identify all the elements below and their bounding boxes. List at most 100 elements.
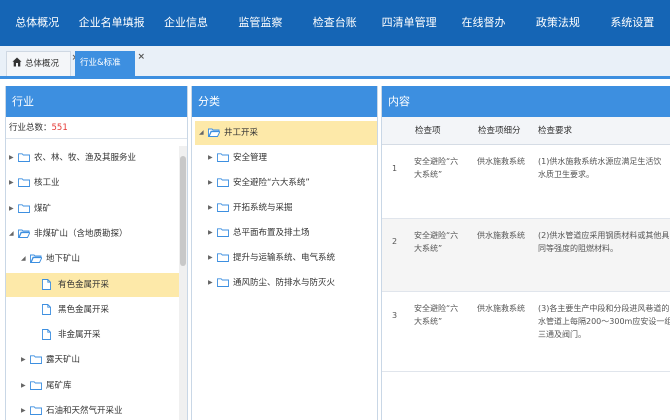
check-item: 安全避险“六 大系统” xyxy=(414,155,458,181)
file-icon xyxy=(42,278,51,290)
tab-industry-standard[interactable]: 行业&标准 × xyxy=(75,51,145,76)
tree-item[interactable]: ▶ 安全避险“六大系统” xyxy=(192,171,377,195)
tree-item-label: 井工开采 xyxy=(224,128,259,138)
table-row[interactable]: 1 安全避险“六 大系统” 供水施救系统 (1)供水施救系统水源应满足生活饮 水质卫生要求… xyxy=(382,145,670,219)
tab-industry-standard-label: 行业&标准 xyxy=(80,58,121,68)
check-item-line: 安全避险“六 xyxy=(414,304,459,313)
tree-item[interactable]: ◢ 地下矿山 xyxy=(6,247,181,271)
tree-item-label: 地下矿山 xyxy=(46,254,81,265)
tree-item-label: 石油和天然气开采业 xyxy=(46,406,123,416)
file-icon xyxy=(42,303,51,315)
nav-item-inspection-ledger[interactable]: 检查台账 xyxy=(298,0,372,46)
tree-item[interactable]: ▶ 露天矿山 xyxy=(6,348,181,372)
scrollbar-thumb[interactable] xyxy=(180,156,186,266)
folder-icon xyxy=(217,228,229,237)
folder-open-icon xyxy=(18,229,30,238)
tree-item-label: 农、林、牧、渔及其服务业 xyxy=(34,153,137,163)
folder-open-icon xyxy=(208,128,220,137)
check-requirement: (2)供水管道应采用钢质材料或其他具 同等强度的阻燃材料。 xyxy=(538,229,670,255)
caret-right-icon[interactable]: ▶ xyxy=(208,246,213,270)
caret-right-icon[interactable]: ▶ xyxy=(21,374,26,398)
check-subitem: 供水施救系统 xyxy=(477,157,525,166)
tree-item[interactable]: ◢ 非煤矿山（含地质勘探） xyxy=(6,222,181,246)
folder-icon xyxy=(217,153,229,162)
caret-right-icon[interactable]: ▶ xyxy=(9,197,14,221)
column-header-requirement[interactable]: 检查要求 xyxy=(538,117,572,145)
nav-item-enterprise-list[interactable]: 企业名单填报 xyxy=(74,0,148,46)
caret-right-icon[interactable]: ▶ xyxy=(208,196,213,220)
column-header-item[interactable]: 检查项 xyxy=(415,117,441,145)
tree-item[interactable]: ▶ 煤矿 xyxy=(6,197,181,221)
row-number: 2 xyxy=(392,237,398,246)
caret-right-icon[interactable]: ▶ xyxy=(208,221,213,245)
tree-item[interactable]: 非金属开采 xyxy=(6,323,181,347)
nav-item-online-supervise[interactable]: 在线督办 xyxy=(446,0,520,46)
tree-item[interactable]: ▶ 提升与运输系统、电气系统 xyxy=(192,246,377,270)
folder-icon xyxy=(217,278,229,287)
tree-item[interactable]: ▶ 安全管理 xyxy=(192,146,377,170)
check-item-line: 大系统” xyxy=(414,244,443,253)
content-panel: 内容 检查项 检查项细分 检查要求 1 安全避险“六 大系统” 供水施救系统 (1)供水… xyxy=(381,86,670,420)
tree-item[interactable]: 黑色金属开采 xyxy=(6,298,181,322)
column-header-subitem[interactable]: 检查项细分 xyxy=(478,117,521,145)
tree-item-label: 核工业 xyxy=(34,178,60,189)
check-item-line: 安全避险“六 xyxy=(414,157,459,166)
caret-right-icon[interactable]: ▶ xyxy=(9,146,14,170)
requirement-line: (2)供水管道应采用钢质材料或其他具 xyxy=(538,231,670,240)
industry-count-label: 行业总数： xyxy=(9,123,52,133)
folder-icon xyxy=(18,203,30,213)
caret-right-icon[interactable]: ▶ xyxy=(9,171,14,195)
tab-overview[interactable]: 总体概况 × xyxy=(6,51,79,76)
tree-item[interactable]: ▶ 核工业 xyxy=(6,171,181,195)
check-item-line: 大系统” xyxy=(414,170,443,179)
check-subitem: 供水施救系统 xyxy=(477,304,525,313)
table-row[interactable]: 2 安全避险“六 大系统” 供水施救系统 (2)供水管道应采用钢质材料或其他具 同等强度的… xyxy=(382,219,670,292)
industry-scrollbar[interactable] xyxy=(179,146,187,420)
caret-down-icon[interactable]: ◢ xyxy=(199,121,204,145)
tree-item[interactable]: ▶ 尾矿库 xyxy=(6,374,181,398)
nav-item-policy[interactable]: 政策法规 xyxy=(521,0,595,46)
tree-item[interactable]: ▶ 农、林、牧、渔及其服务业 xyxy=(6,146,181,170)
file-icon xyxy=(42,329,51,341)
tree-item-label: 非煤矿山（含地质勘探） xyxy=(34,228,128,239)
tree-item-label: 黑色金属开采 xyxy=(58,304,110,315)
check-item-line: 安全避险“六 xyxy=(414,231,459,240)
caret-down-icon[interactable]: ◢ xyxy=(21,247,26,271)
caret-right-icon[interactable]: ▶ xyxy=(21,348,26,372)
requirement-line: 同等强度的阻燃材料。 xyxy=(538,244,618,253)
nav-item-overview[interactable]: 总体概况 xyxy=(0,0,74,46)
tree-item[interactable]: 有色金属开采 xyxy=(6,272,181,297)
caret-right-icon[interactable]: ▶ xyxy=(21,399,26,420)
caret-right-icon[interactable]: ▶ xyxy=(208,271,213,295)
tree-item[interactable]: ▶ 通风防尘、防排水与防灭火 xyxy=(192,271,377,295)
table-row[interactable]: 3 安全避险“六 大系统” 供水施救系统 (3)各主要生产中段和分段进风巷道的 水管道上每… xyxy=(382,292,670,372)
nav-item-settings[interactable]: 系统设置 xyxy=(595,0,669,46)
tree-item-label: 安全避险“六大系统” xyxy=(233,178,310,188)
close-icon[interactable]: × xyxy=(137,45,145,70)
category-panel: 分类 ◢ 井工开采 ▶ 安全管理 ▶ 安全避险“六大系统” ▶ 开拓系统与采掘 ▶ 总平面布置及排… xyxy=(191,86,378,420)
folder-icon xyxy=(18,178,30,188)
folder-icon xyxy=(217,178,229,187)
tree-item-label: 有色金属开采 xyxy=(58,279,110,290)
caret-down-icon[interactable]: ◢ xyxy=(9,222,14,246)
tab-overview-label: 总体概况 xyxy=(25,59,60,69)
tree-item-label: 开拓系统与采掘 xyxy=(233,203,293,213)
nav-item-enterprise-info[interactable]: 企业信息 xyxy=(149,0,223,46)
tree-item[interactable]: ▶ 石油和天然气开采业 xyxy=(6,399,181,420)
category-panel-title: 分类 xyxy=(192,86,377,117)
home-icon xyxy=(12,57,22,67)
requirement-line: (3)各主要生产中段和分段进风巷道的 xyxy=(538,304,670,313)
requirement-line: 水质卫生要求。 xyxy=(538,170,594,179)
caret-right-icon[interactable]: ▶ xyxy=(208,146,213,170)
nav-item-supervision[interactable]: 监管监察 xyxy=(223,0,297,46)
tree-item-label: 总平面布置及排土场 xyxy=(233,228,310,238)
tree-item[interactable]: ◢ 井工开采 xyxy=(195,121,377,145)
industry-count-value: 551 xyxy=(51,123,68,133)
industry-panel-title: 行业 xyxy=(6,86,187,117)
tree-item[interactable]: ▶ 总平面布置及排土场 xyxy=(192,221,377,245)
nav-item-four-lists[interactable]: 四清单管理 xyxy=(372,0,446,46)
tree-item[interactable]: ▶ 开拓系统与采掘 xyxy=(192,196,377,220)
caret-right-icon[interactable]: ▶ xyxy=(208,171,213,195)
table-header: 检查项 检查项细分 检查要求 xyxy=(382,117,670,145)
tree-item-label: 提升与运输系统、电气系统 xyxy=(233,253,336,263)
